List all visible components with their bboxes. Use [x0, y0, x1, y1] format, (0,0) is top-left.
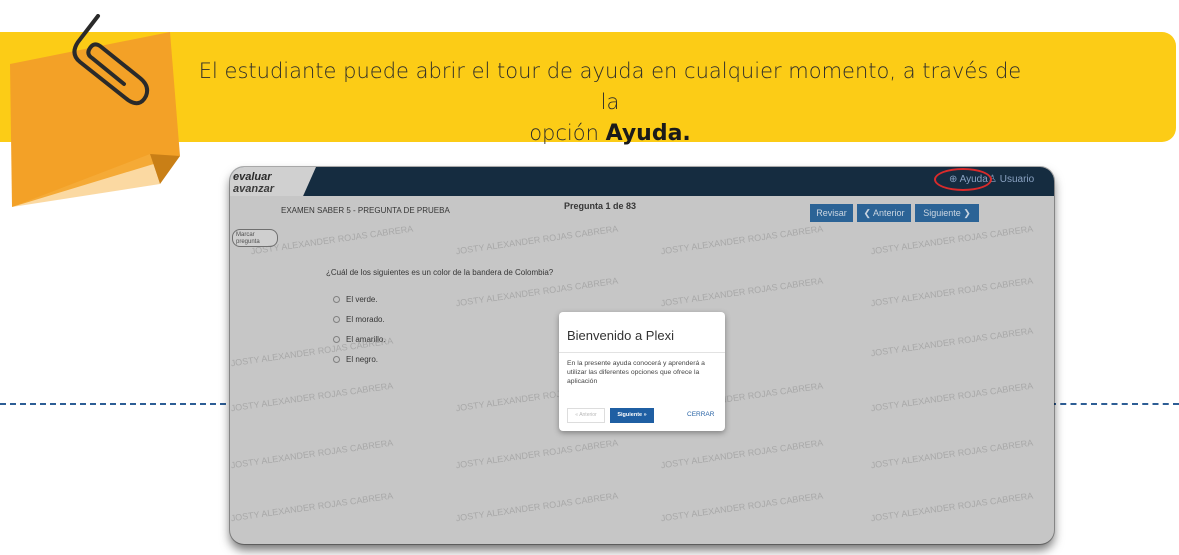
callout-line-1: El estudiante puede abrir el tour de ayu… [198, 59, 1022, 114]
logo-text-1: evaluar [233, 171, 272, 183]
help-highlight-circle [934, 168, 992, 191]
logo-text-2: avanzar [233, 183, 274, 195]
user-menu[interactable]: ♙ Usuario [988, 174, 1034, 185]
modal-next-button[interactable]: Siguiente » [610, 408, 654, 423]
modal-divider [559, 352, 725, 353]
dashed-divider-right [1050, 403, 1179, 405]
modal-close-button[interactable]: CERRAR [687, 411, 714, 418]
modal-title: Bienvenido a Plexi [567, 328, 674, 343]
callout-help-word: Ayuda. [605, 121, 691, 146]
user-label: Usuario [999, 174, 1035, 185]
callout-line-2-prefix: opción [529, 121, 606, 145]
app-logo: evaluar avanzar [230, 167, 316, 196]
modal-body: En la presente ayuda conocerá y aprender… [567, 360, 705, 385]
sticky-note-icon [10, 14, 180, 207]
callout-text: El estudiante puede abrir el tour de ayu… [190, 56, 1030, 149]
app-header: evaluar avanzar ⊕ Ayuda ♙ Usuario [230, 167, 1054, 196]
modal-previous-button[interactable]: « Anterior [567, 408, 605, 423]
welcome-modal: Bienvenido a Plexi En la presente ayuda … [559, 312, 725, 431]
callout-line-2: opción Ayuda. [190, 118, 1030, 149]
dashed-divider-left [0, 403, 236, 405]
app-screenshot: evaluar avanzar ⊕ Ayuda ♙ Usuario EXAMEN… [230, 167, 1054, 544]
